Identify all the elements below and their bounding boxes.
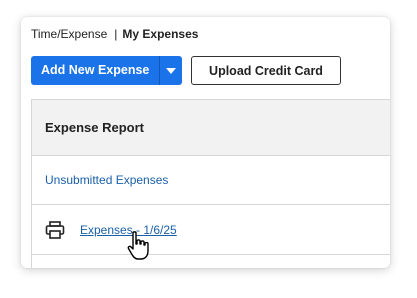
unsubmitted-expenses-link[interactable]: Unsubmitted Expenses bbox=[45, 173, 168, 187]
add-new-expense-button[interactable]: Add New Expense bbox=[31, 56, 161, 85]
breadcrumb: Time/Expense | My Expenses bbox=[31, 27, 198, 41]
add-expense-dropdown-button[interactable] bbox=[160, 56, 183, 85]
printer-icon[interactable] bbox=[45, 219, 67, 241]
table-row bbox=[32, 255, 390, 268]
breadcrumb-separator: | bbox=[114, 27, 118, 41]
expense-report-table: Expense Report Unsubmitted Expenses Expe… bbox=[31, 99, 390, 268]
breadcrumb-current: My Expenses bbox=[122, 27, 199, 41]
table-row: Unsubmitted Expenses bbox=[32, 156, 390, 205]
add-new-expense-split-button: Add New Expense bbox=[31, 56, 183, 85]
table-header: Expense Report bbox=[32, 100, 390, 156]
table-row: Expenses - 1/6/25 bbox=[32, 205, 390, 255]
upload-credit-card-button[interactable]: Upload Credit Card bbox=[191, 56, 341, 85]
hand-pointer-cursor-icon bbox=[127, 231, 149, 260]
expenses-card: Time/Expense | My Expenses Add New Expense… bbox=[21, 17, 390, 268]
caret-down-icon bbox=[166, 67, 177, 74]
breadcrumb-parent[interactable]: Time/Expense bbox=[31, 27, 107, 41]
